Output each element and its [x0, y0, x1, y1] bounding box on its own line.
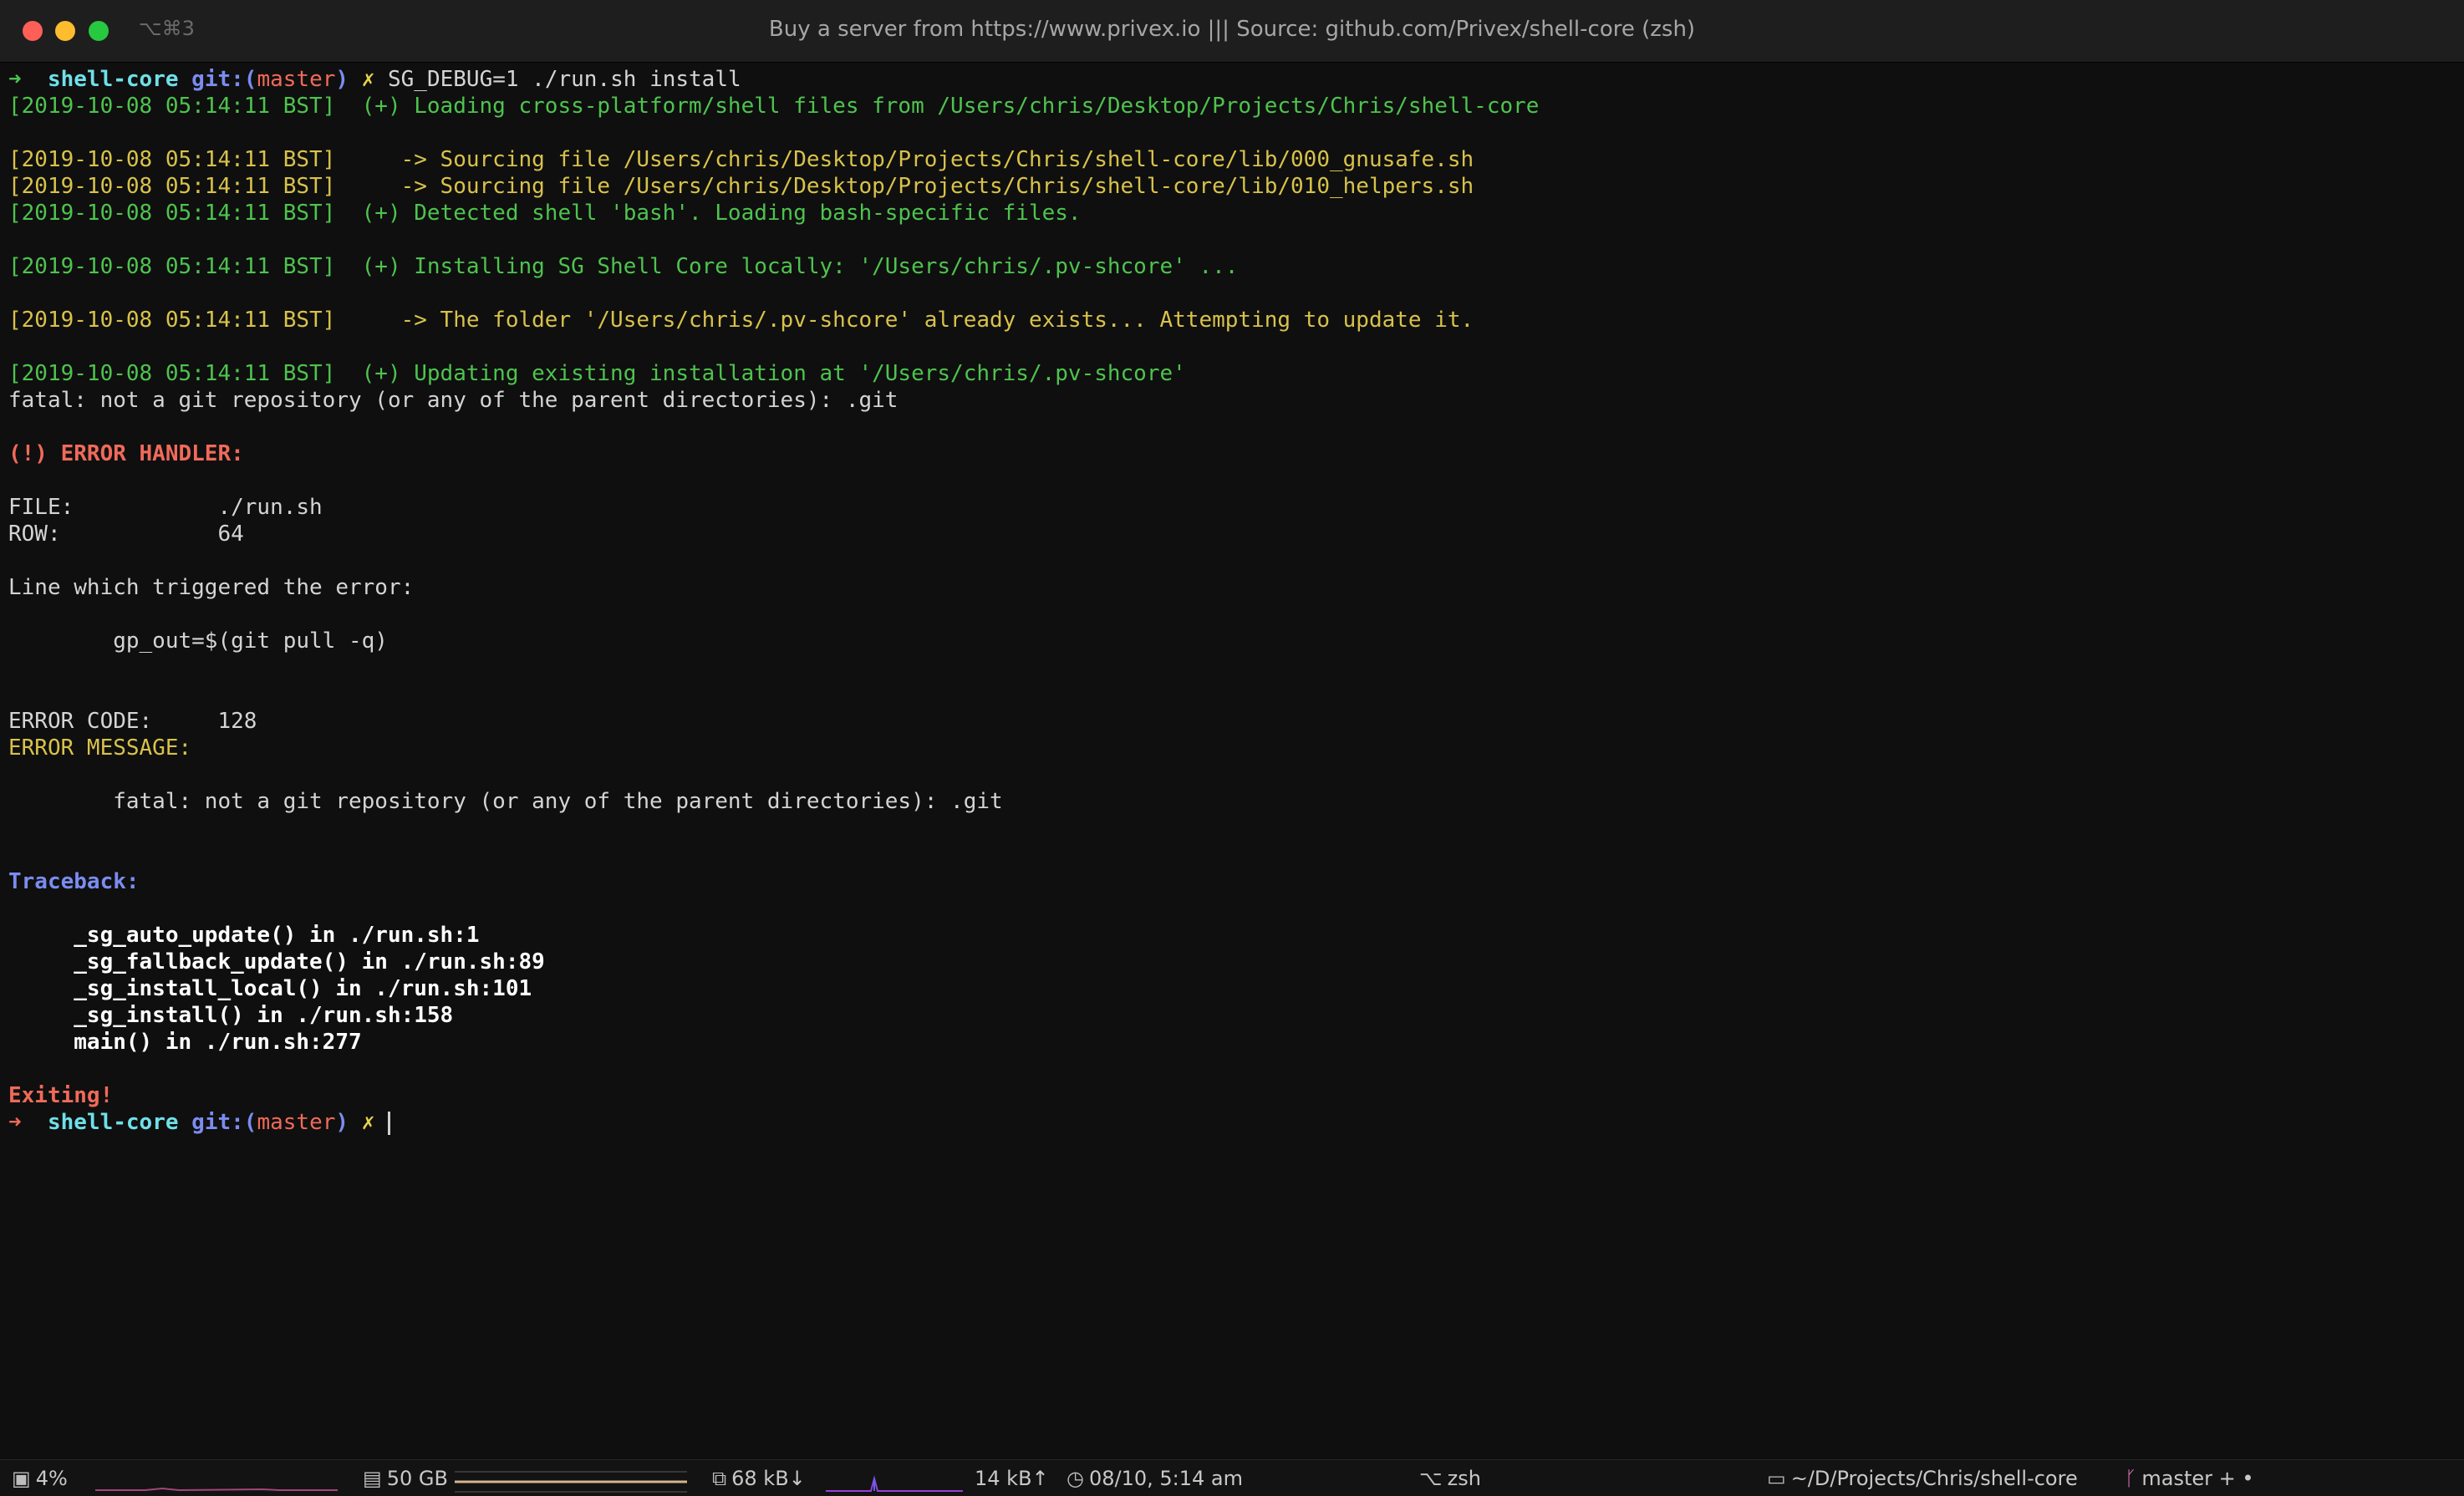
shell-name: zsh: [1447, 1467, 1481, 1490]
prompt-git-label: git:(: [191, 67, 257, 92]
cpu-component[interactable]: ▣ 4%: [12, 1460, 68, 1496]
error-code-row: ERROR CODE: 128: [8, 709, 257, 734]
shell-component[interactable]: ⌥ zsh: [1419, 1460, 1481, 1496]
prompt-directory: shell-core: [47, 1110, 179, 1135]
cpu-usage: 4%: [35, 1467, 68, 1490]
prompt-dirty-mark: ✗: [361, 1110, 375, 1135]
prompt-branch: master: [257, 67, 336, 92]
network-component[interactable]: ⧉ 68 kB↓: [712, 1460, 806, 1496]
cpu-graph: [95, 1487, 338, 1492]
log-line: [2019-10-08 05:14:11 BST] -> The folder …: [8, 308, 1474, 333]
text-cursor: [388, 1111, 390, 1135]
network-icon: ⧉: [712, 1467, 727, 1490]
log-line: [2019-10-08 05:14:11 BST] -> Sourcing fi…: [8, 174, 1474, 199]
net-download: 68 kB↓: [731, 1467, 806, 1490]
error-row-row: ROW: 64: [8, 522, 244, 547]
disk-usage-bar: [455, 1471, 687, 1493]
prompt-line[interactable]: ➜ shell-core git:(master) ✗: [8, 1109, 2456, 1136]
prompt-command: SG_DEBUG=1 ./run.sh install: [388, 67, 741, 92]
traceback-frame: _sg_install_local() in ./run.sh:101: [8, 976, 532, 1001]
title-bar: ⌥⌘3 Buy a server from https://www.privex…: [0, 0, 2464, 63]
disk-icon: ▤: [363, 1467, 382, 1490]
current-path: ~/D/Projects/Chris/shell-core: [1790, 1467, 2078, 1490]
error-file-row: FILE: ./run.sh: [8, 495, 323, 520]
log-line: [2019-10-08 05:14:11 BST] -> Sourcing fi…: [8, 147, 1474, 172]
disk-free: 50 GB: [386, 1467, 448, 1490]
cpu-icon: ▣: [12, 1467, 31, 1490]
log-line: [2019-10-08 05:14:11 BST] (+) Detected s…: [8, 201, 1082, 226]
prompt-arrow: ➜: [8, 67, 22, 92]
git-status: master + •: [2141, 1467, 2254, 1490]
error-message-body: fatal: not a git repository (or any of t…: [8, 789, 1003, 814]
clock-component[interactable]: ◷ 08/10, 5:14 am: [1067, 1460, 1243, 1496]
net-upload: 14 kB↑: [975, 1467, 1049, 1490]
error-handler-heading: (!) ERROR HANDLER:: [8, 441, 244, 466]
git-branch-icon: ᚴ: [2125, 1467, 2137, 1490]
clock-time: 08/10, 5:14 am: [1088, 1467, 1243, 1490]
traceback-frame: _sg_install() in ./run.sh:158: [8, 1003, 454, 1028]
log-line: [2019-10-08 05:14:11 BST] (+) Updating e…: [8, 361, 1186, 386]
clock-icon: ◷: [1067, 1467, 1084, 1490]
terminal-output[interactable]: ➜ shell-core git:(master) ✗ SG_DEBUG=1 .…: [8, 66, 2456, 1136]
window-title: Buy a server from https://www.privex.io …: [768, 17, 1696, 42]
traceback-frame: _sg_auto_update() in ./run.sh:1: [8, 923, 480, 948]
trigger-code: gp_out=$(git pull -q): [8, 628, 388, 654]
prompt-directory: shell-core: [47, 67, 179, 92]
prompt-git-close: ): [335, 1110, 349, 1135]
log-line: [2019-10-08 05:14:11 BST] (+) Loading cr…: [8, 94, 1540, 119]
log-line: [2019-10-08 05:14:11 BST] (+) Installing…: [8, 254, 1239, 279]
status-bar: ▣ 4% ▤ 50 GB ⧉ 68 kB↓ 14 kB↑ ◷ 08/10, 5:14 a…: [0, 1459, 2464, 1496]
path-component[interactable]: ▭ ~/D/Projects/Chris/shell-core: [1767, 1460, 2078, 1496]
traceback-heading: Traceback:: [8, 869, 140, 894]
prompt-git-close: ): [335, 67, 349, 92]
traceback-frame: main() in ./run.sh:277: [8, 1030, 362, 1055]
prompt-branch: master: [257, 1110, 336, 1135]
prompt-dirty-mark: ✗: [361, 67, 375, 92]
process-icon: ⌥: [1419, 1467, 1443, 1490]
fatal-line: fatal: not a git repository (or any of t…: [8, 388, 899, 413]
network-graph: [826, 1475, 963, 1492]
traceback-frame: _sg_fallback_update() in ./run.sh:89: [8, 949, 545, 974]
error-message-label: ERROR MESSAGE:: [8, 735, 192, 761]
prompt-line: ➜ shell-core git:(master) ✗ SG_DEBUG=1 .…: [8, 66, 2456, 93]
git-component[interactable]: ᚴ master + •: [2125, 1460, 2254, 1496]
exiting-line: Exiting!: [8, 1083, 114, 1108]
trigger-label: Line which triggered the error:: [8, 575, 415, 600]
folder-icon: ▭: [1767, 1467, 1786, 1490]
prompt-arrow: ➜: [8, 1110, 22, 1135]
disk-component[interactable]: ▤ 50 GB: [363, 1460, 448, 1496]
prompt-git-label: git:(: [191, 1110, 257, 1135]
